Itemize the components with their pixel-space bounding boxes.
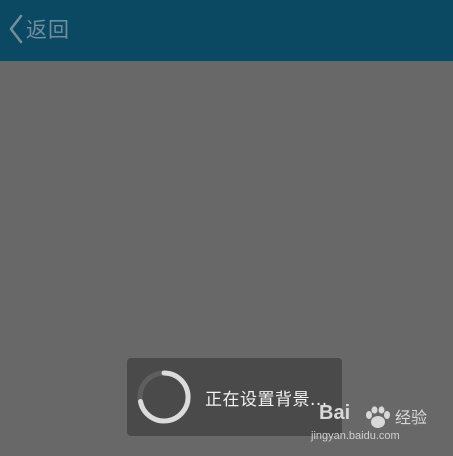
watermark-brand: Bai bbox=[319, 402, 351, 424]
loading-toast: 正在设置背景... bbox=[127, 358, 342, 436]
baidu-jingyan-watermark: Bai 经验 jingyan.baidu.com bbox=[311, 402, 431, 446]
chevron-left-icon bbox=[8, 14, 24, 44]
back-button[interactable]: 返回 bbox=[8, 12, 70, 46]
toast-message: 正在设置背景... bbox=[205, 389, 328, 410]
loading-spinner-icon bbox=[135, 368, 193, 426]
watermark-url: jingyan.baidu.com bbox=[311, 430, 400, 442]
watermark-suffix: 经验 bbox=[395, 408, 428, 427]
top-app-bar: 返回 bbox=[0, 0, 453, 61]
back-label: 返回 bbox=[26, 18, 70, 42]
